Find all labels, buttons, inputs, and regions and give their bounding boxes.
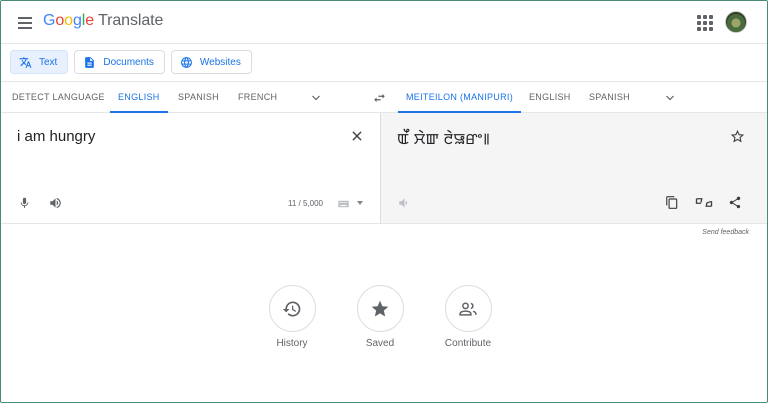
document-icon bbox=[85, 56, 95, 68]
history-icon bbox=[282, 300, 301, 316]
translate-window: Google Translate Text Documents Websites … bbox=[0, 0, 768, 403]
source-lang-french[interactable]: FRENCH bbox=[238, 82, 277, 113]
source-lang-spanish[interactable]: SPANISH bbox=[178, 82, 219, 113]
logo-letter: e bbox=[85, 12, 95, 29]
globe-icon bbox=[181, 56, 192, 68]
language-bar: DETECT LANGUAGE ENGLISH SPANISH FRENCH M… bbox=[1, 81, 767, 113]
contribute-circle[interactable] bbox=[444, 285, 492, 332]
source-panel: i am hungry 11 / 5,000 bbox=[1, 113, 380, 224]
send-feedback-link[interactable]: Send feedback bbox=[702, 229, 749, 236]
target-lang-english[interactable]: ENGLISH bbox=[529, 82, 571, 113]
history-button[interactable]: History bbox=[262, 285, 322, 349]
google-translate-logo[interactable]: Google Translate bbox=[43, 12, 163, 30]
source-more-languages-chevron-icon[interactable] bbox=[310, 92, 322, 104]
saved-label: Saved bbox=[365, 338, 395, 349]
mode-documents-label: Documents bbox=[103, 56, 154, 68]
source-lang-english[interactable]: ENGLISH bbox=[110, 82, 168, 113]
listen-translation-speaker-icon[interactable] bbox=[397, 196, 412, 210]
keyboard-icon[interactable] bbox=[338, 200, 349, 208]
saved-circle[interactable] bbox=[356, 285, 404, 332]
mode-text-label: Text bbox=[39, 56, 58, 68]
translated-text: ꯑꯩ ꯆꯥꯛ ꯂꯥꯎꯔꯦ꯫ bbox=[397, 130, 490, 148]
account-avatar[interactable] bbox=[725, 11, 747, 33]
source-text-input[interactable]: i am hungry bbox=[17, 128, 95, 145]
logo-letter: G bbox=[43, 12, 56, 29]
history-circle[interactable] bbox=[268, 285, 316, 332]
mode-websites-label: Websites bbox=[199, 56, 241, 68]
mode-websites-button[interactable]: Websites bbox=[170, 50, 252, 74]
save-translation-star-icon[interactable] bbox=[730, 129, 745, 144]
keyboard-dropdown-caret-icon[interactable] bbox=[357, 201, 363, 205]
top-bar: Google Translate bbox=[1, 1, 767, 44]
logo-letter: o bbox=[64, 12, 73, 29]
translate-icon bbox=[19, 56, 32, 68]
history-label: History bbox=[276, 338, 308, 349]
contribute-label: Contribute bbox=[444, 338, 492, 349]
product-name: Translate bbox=[98, 12, 164, 29]
mode-text-button[interactable]: Text bbox=[10, 50, 69, 74]
logo-letter: g bbox=[72, 12, 82, 29]
mode-selector: Text Documents Websites bbox=[10, 50, 252, 74]
mode-documents-button[interactable]: Documents bbox=[74, 50, 165, 74]
logo-letter: o bbox=[55, 12, 65, 29]
people-icon bbox=[459, 301, 477, 316]
listen-speaker-icon[interactable] bbox=[48, 196, 63, 210]
character-count: 11 / 5,000 bbox=[288, 199, 323, 208]
share-icon[interactable] bbox=[728, 195, 742, 210]
target-lang-spanish[interactable]: SPANISH bbox=[589, 82, 630, 113]
target-lang-meiteilon[interactable]: MEITEILON (MANIPURI) bbox=[398, 82, 522, 113]
star-icon bbox=[371, 300, 389, 316]
copy-translation-icon[interactable] bbox=[665, 195, 679, 210]
swap-languages-icon[interactable] bbox=[372, 91, 387, 105]
main-menu-icon[interactable] bbox=[13, 11, 37, 35]
google-apps-icon[interactable] bbox=[695, 13, 715, 33]
target-more-languages-chevron-icon[interactable] bbox=[664, 92, 676, 104]
clear-source-close-icon[interactable] bbox=[350, 129, 364, 143]
microphone-icon[interactable] bbox=[18, 196, 31, 210]
target-panel: ꯑꯩ ꯆꯥꯛ ꯂꯥꯎꯔꯦ꯫ bbox=[380, 113, 767, 224]
source-lang-detect[interactable]: DETECT LANGUAGE bbox=[12, 82, 105, 113]
saved-button[interactable]: Saved bbox=[350, 285, 410, 349]
rate-translation-icon[interactable] bbox=[695, 195, 713, 210]
contribute-button[interactable]: Contribute bbox=[438, 285, 498, 349]
